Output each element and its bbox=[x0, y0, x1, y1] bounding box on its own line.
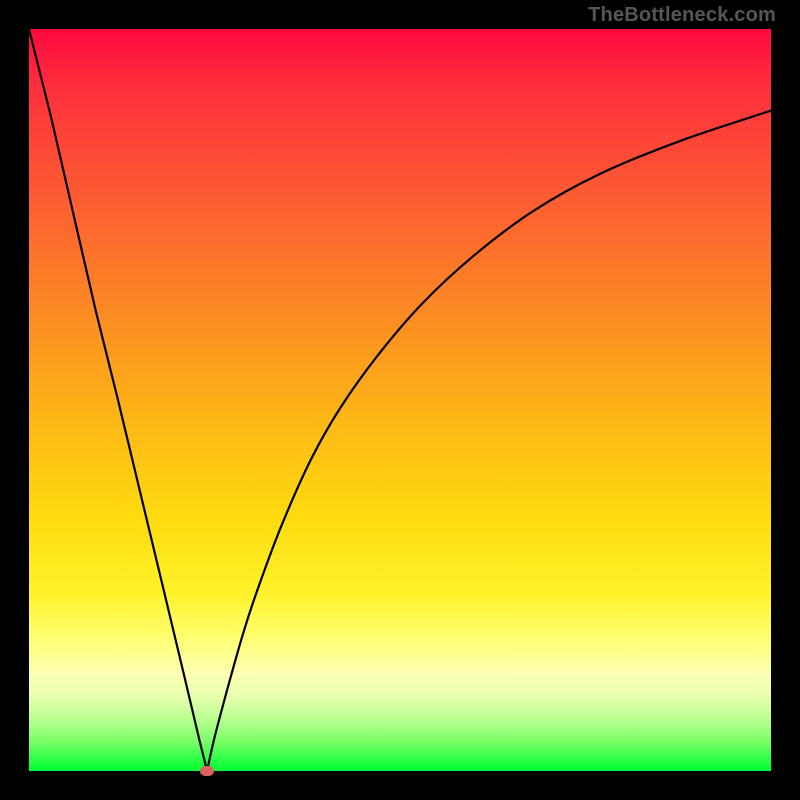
min-point-marker bbox=[200, 766, 214, 776]
bottleneck-curve bbox=[29, 29, 771, 771]
plot-area bbox=[29, 29, 771, 771]
chart-root: TheBottleneck.com bbox=[0, 0, 800, 800]
curve-svg bbox=[29, 29, 771, 771]
watermark-text: TheBottleneck.com bbox=[588, 4, 776, 27]
